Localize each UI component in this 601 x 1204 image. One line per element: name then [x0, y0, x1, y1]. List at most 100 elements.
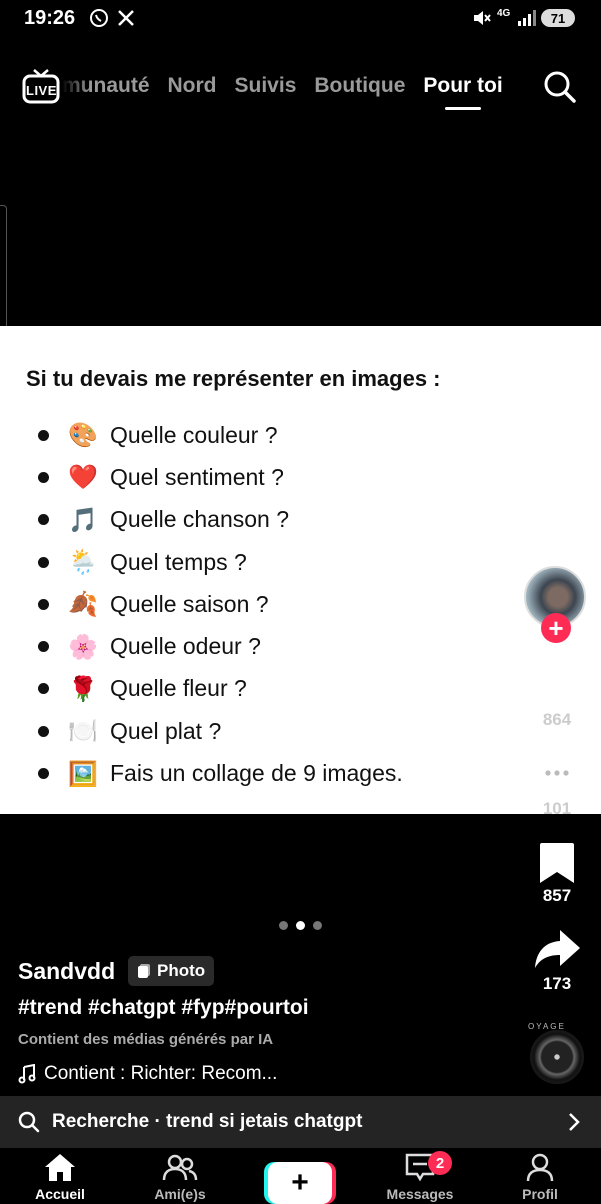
question-text: Quelle odeur ? — [110, 633, 261, 660]
like-button[interactable] — [532, 662, 582, 708]
tab-nord[interactable]: Nord — [168, 74, 217, 98]
heart-icon: ❤️ — [68, 463, 98, 492]
network-type: 4G — [497, 8, 511, 19]
search-suggestion-text: Recherche · trend si jetais chatgpt — [52, 1111, 363, 1132]
bullet — [38, 768, 49, 780]
author-name[interactable]: Sandvdd — [18, 958, 115, 985]
bullet — [38, 514, 49, 526]
nav-friends[interactable]: Ami(e)s — [130, 1152, 230, 1202]
live-button[interactable]: LIVE — [22, 68, 60, 104]
bullet — [38, 471, 49, 483]
carousel-dot — [279, 921, 288, 930]
weather-icon: 🌦️ — [68, 548, 98, 577]
question-text: Fais un collage de 9 images. — [110, 760, 403, 787]
rose-icon: 🌹 — [68, 674, 98, 703]
sound-title: Contient : Richter: Recom... — [44, 1063, 278, 1084]
home-icon — [45, 1154, 75, 1181]
live-label: LIVE — [26, 83, 57, 98]
blossom-icon: 🌸 — [68, 632, 98, 661]
chevron-right-icon — [569, 1113, 580, 1131]
x-icon — [115, 7, 137, 29]
share-arrow-icon — [535, 930, 580, 968]
heart-icon — [535, 664, 579, 705]
music-disc[interactable] — [530, 1030, 584, 1084]
like-count: 864 — [542, 710, 572, 729]
save-button[interactable] — [532, 840, 582, 886]
search-icon[interactable] — [543, 70, 577, 104]
list-item: 🌹 Quelle fleur ? — [38, 668, 403, 710]
music-note-icon: 🎵 — [68, 505, 98, 534]
follow-button[interactable]: + — [541, 613, 571, 643]
list-item: 🌸 Quelle odeur ? — [38, 625, 403, 667]
question-text: Quelle couleur ? — [110, 421, 278, 448]
tab-suivis[interactable]: Suivis — [235, 74, 297, 98]
feed-tabs: munauté Nord Suivis Boutique Pour toi — [62, 74, 503, 110]
top-navigation: LIVE munauté Nord Suivis Boutique Pour t… — [0, 60, 601, 120]
carousel-dot-active — [296, 921, 305, 930]
ai-content-notice: Contient des médias générés par IA — [18, 1031, 274, 1048]
nav-friends-label: Ami(e)s — [154, 1186, 206, 1202]
scroll-handle[interactable] — [0, 205, 7, 329]
picture-icon: 🖼️ — [68, 759, 98, 788]
battery-indicator: 71 — [541, 9, 575, 27]
question-text: Quelle fleur ? — [110, 675, 247, 702]
carousel-indicator — [279, 921, 322, 930]
question-text: Quel sentiment ? — [110, 463, 284, 490]
list-item: 🌦️ Quel temps ? — [38, 541, 403, 583]
status-bar: 19:26 4G 71 — [0, 0, 601, 40]
photo-badge: Photo — [128, 956, 215, 986]
list-item: ❤️ Quel sentiment ? — [38, 456, 403, 498]
status-time: 19:26 — [24, 7, 76, 29]
comment-button[interactable] — [532, 752, 582, 798]
bullet — [38, 641, 49, 653]
question-text: Quelle chanson ? — [110, 506, 290, 533]
friends-icon — [162, 1154, 198, 1181]
create-button[interactable]: + — [268, 1162, 332, 1204]
share-button[interactable] — [532, 926, 582, 972]
question-text: Quel plat ? — [110, 717, 222, 744]
question-list: 🎨 Quelle couleur ? ❤️ Quel sentiment ? 🎵 Qu… — [38, 414, 403, 795]
create-plus-icon: + — [291, 1166, 309, 1199]
comment-icon — [536, 756, 578, 795]
post-title: Si tu devais me représenter en images : — [26, 366, 441, 391]
bullet — [38, 429, 49, 441]
list-item: 🖼️ Fais un collage de 9 images. — [38, 752, 403, 794]
save-count: 857 — [542, 886, 572, 905]
carousel-dot — [313, 921, 322, 930]
tab-boutique[interactable]: Boutique — [314, 74, 405, 98]
bookmark-icon — [540, 843, 574, 883]
photo-stack-icon — [138, 964, 150, 978]
bullet — [38, 556, 49, 568]
nav-profile[interactable]: Profil — [490, 1152, 590, 1202]
sound-link[interactable]: Contient : Richter: Recom... — [18, 1063, 277, 1085]
nav-home-label: Accueil — [35, 1186, 85, 1202]
profile-icon — [526, 1153, 554, 1182]
list-item: 🍂 Quelle saison ? — [38, 583, 403, 625]
hashtags[interactable]: #trend #chatgpt #fyp#pourtoi — [18, 996, 309, 1020]
plate-icon: 🍽️ — [68, 717, 98, 746]
comment-count: 101 — [542, 799, 572, 818]
nav-messages-label: Messages — [386, 1186, 454, 1202]
leaves-icon: 🍂 — [68, 590, 98, 619]
nav-home[interactable]: Accueil — [10, 1152, 110, 1202]
photo-badge-label: Photo — [157, 961, 206, 980]
share-count: 173 — [542, 974, 572, 993]
bullet — [38, 683, 49, 695]
list-item: 🎵 Quelle chanson ? — [38, 499, 403, 541]
question-text: Quelle saison ? — [110, 590, 269, 617]
tab-pour-toi[interactable]: Pour toi — [423, 74, 503, 110]
nav-messages[interactable]: Messages — [370, 1152, 470, 1202]
tab-communaute[interactable]: munauté — [62, 74, 150, 98]
messages-badge: 2 — [428, 1151, 452, 1175]
bullet — [38, 725, 49, 737]
music-note-icon — [18, 1064, 36, 1084]
search-icon — [18, 1111, 40, 1133]
search-suggestion-bar[interactable]: Recherche · trend si jetais chatgpt — [0, 1096, 601, 1148]
palette-icon: 🎨 — [68, 421, 98, 450]
post-image[interactable]: Si tu devais me représenter en images : … — [0, 326, 601, 814]
list-item: 🎨 Quelle couleur ? — [38, 414, 403, 456]
list-item: 🍽️ Quel plat ? — [38, 710, 403, 752]
signal-icon — [515, 7, 537, 29]
bullet — [38, 598, 49, 610]
whatsapp-icon — [88, 7, 110, 29]
